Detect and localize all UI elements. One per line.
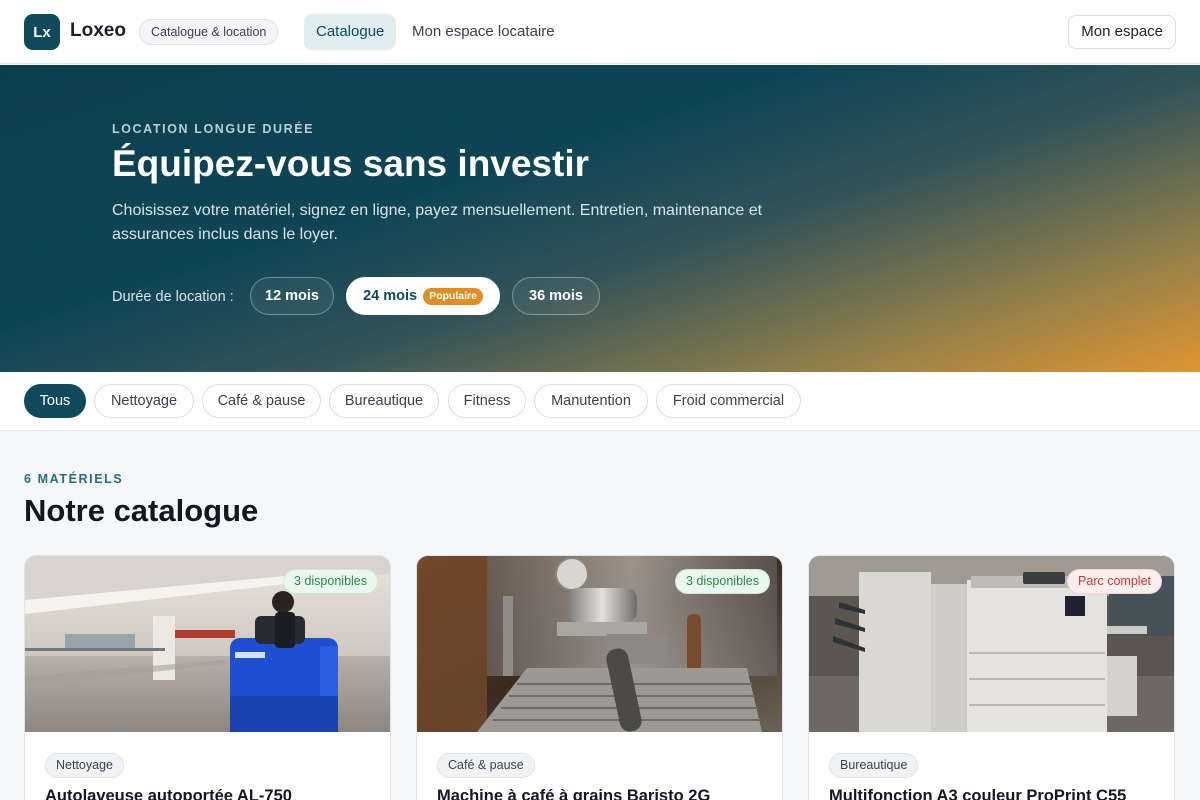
filter-manutention[interactable]: Manutention [534, 384, 648, 418]
category-filter-bar: Tous Nettoyage Café & pause Bureautique … [0, 372, 1200, 431]
brand-logo[interactable]: Lx [24, 14, 60, 50]
brand-tagline-pill: Catalogue & location [139, 19, 279, 45]
duration-36-label: 36 mois [529, 288, 583, 304]
duration-36-months-button[interactable]: 36 mois [512, 277, 600, 315]
hero-description: Choisissez votre matériel, signez en lig… [112, 202, 763, 243]
nav-tenant-space[interactable]: Mon espace locataire [400, 14, 567, 50]
hero-banner: LOCATION LONGUE DURÉE Équipez-vous sans … [0, 65, 1200, 372]
duration-24-label: 24 mois [363, 288, 418, 304]
catalogue-title: Notre catalogue [24, 493, 259, 528]
product-card[interactable]: 3 disponibles Café & pause Machine à caf… [416, 555, 783, 800]
product-title[interactable]: Multifonction A3 couleur ProPrint C55 [829, 787, 1126, 800]
product-title[interactable]: Machine à café à grains Baristo 2G [437, 787, 710, 800]
category-tag: Café & pause [437, 753, 535, 778]
duration-12-label: 12 mois [265, 288, 319, 304]
my-space-button[interactable]: Mon espace [1068, 15, 1176, 49]
product-card[interactable]: 3 disponibles Nettoyage Autolaveuse auto… [24, 555, 391, 800]
filter-bureautique[interactable]: Bureautique [329, 384, 439, 418]
availability-badge: 3 disponibles [283, 569, 378, 594]
duration-12-months-button[interactable]: 12 mois [250, 277, 334, 315]
items-count: 6 MATÉRIELS [24, 472, 124, 486]
floor-scrubber-image: 3 disponibles [25, 556, 390, 732]
copier-image: Parc complet [809, 556, 1174, 732]
duration-label: Durée de location : [112, 289, 234, 305]
espresso-machine-image: 3 disponibles [417, 556, 782, 732]
top-navigation-bar: Lx Loxeo Catalogue & location Catalogue … [0, 0, 1200, 64]
brand-name[interactable]: Loxeo [70, 20, 126, 42]
availability-badge: Parc complet [1067, 569, 1162, 594]
hero-eyebrow: LOCATION LONGUE DURÉE [112, 122, 315, 136]
availability-badge: 3 disponibles [675, 569, 770, 594]
product-card[interactable]: Parc complet Bureautique Multifonction A… [808, 555, 1175, 800]
filter-nettoyage[interactable]: Nettoyage [94, 384, 194, 418]
duration-24-months-button[interactable]: 24 mois Populaire [346, 277, 500, 315]
product-title[interactable]: Autolaveuse autoportée AL-750 [45, 787, 292, 800]
nav-catalogue[interactable]: Catalogue [304, 14, 397, 50]
filter-fitness[interactable]: Fitness [448, 384, 526, 418]
category-tag: Bureautique [829, 753, 919, 778]
popular-badge: Populaire [423, 288, 483, 305]
hero-title: Équipez-vous sans investir [112, 143, 590, 184]
filter-all[interactable]: Tous [24, 384, 86, 418]
category-tag: Nettoyage [45, 753, 124, 778]
filter-froid-commercial[interactable]: Froid commercial [656, 384, 801, 418]
filter-cafe-pause[interactable]: Café & pause [202, 384, 321, 418]
